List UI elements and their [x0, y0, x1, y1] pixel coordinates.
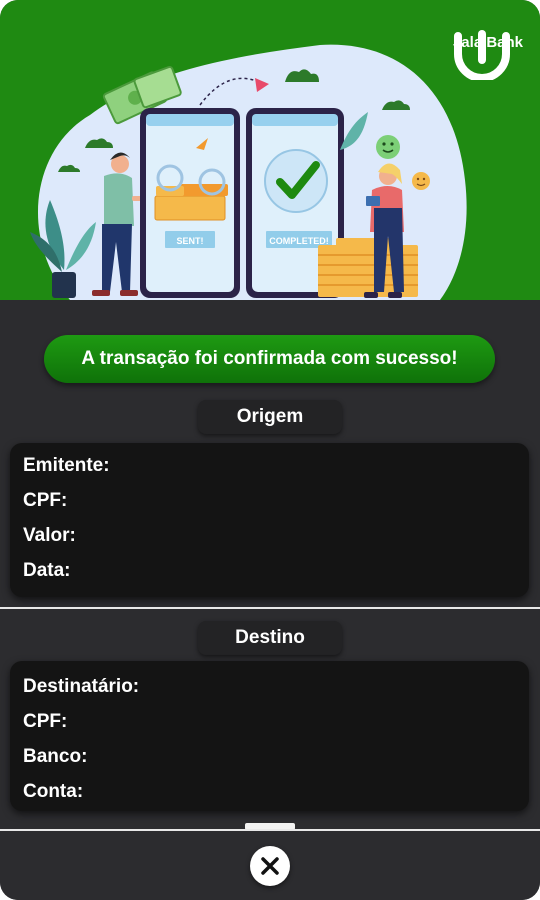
section-divider — [0, 607, 540, 609]
destination-section-title: Destino — [198, 621, 342, 655]
origin-date-label: Data: — [23, 560, 71, 581]
close-button[interactable] — [250, 846, 290, 886]
origin-cpf-label: CPF: — [23, 490, 68, 511]
completed-badge: COMPLETED! — [269, 236, 329, 246]
origin-amount-label: Valor: — [23, 525, 76, 546]
destination-recipient-label: Destinatário: — [23, 676, 140, 697]
sent-badge: SENT! — [177, 236, 204, 246]
jala-bank-logo-icon — [454, 30, 510, 80]
hero-illustration: SENT! COMPLETED! Jala Bank — [0, 0, 540, 300]
success-banner: A transação foi confirmada com sucesso! — [44, 335, 495, 383]
origin-section-title: Origem — [198, 400, 342, 434]
destination-cpf-label: CPF: — [23, 711, 68, 732]
brand-logo: Jala Bank — [450, 30, 526, 80]
destination-bank-label: Banco: — [23, 746, 88, 767]
success-message: A transação foi confirmada com sucesso! — [81, 348, 458, 369]
footer-divider — [0, 829, 540, 831]
destination-details-card: Destinatário: CPF: Banco: Conta: — [10, 661, 529, 811]
origin-details-card: Emitente: CPF: Valor: Data: — [10, 443, 529, 597]
origin-issuer-label: Emitente: — [23, 455, 110, 476]
destination-account-label: Conta: — [23, 781, 84, 802]
close-icon — [261, 857, 279, 875]
transaction-receipt-screen: SENT! COMPLETED! Jala Bank A transação f… — [0, 0, 540, 900]
transaction-details: A transação foi confirmada com sucesso! … — [0, 300, 540, 900]
